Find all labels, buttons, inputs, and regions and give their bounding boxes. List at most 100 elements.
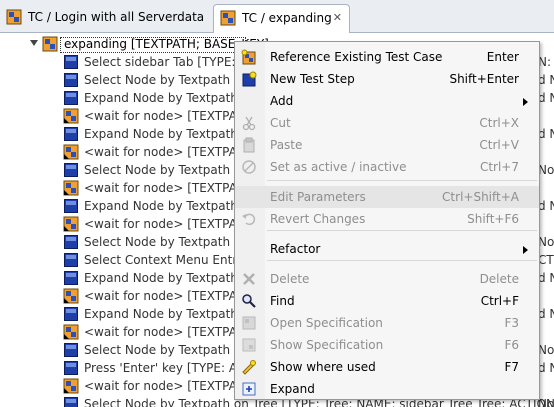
test-step-icon bbox=[64, 343, 78, 357]
menu-item-paste[interactable]: Paste Ctrl+V bbox=[235, 134, 539, 156]
tree-node-label-overflow: d N bbox=[538, 91, 554, 105]
test-case-icon bbox=[42, 36, 58, 52]
menu-item-expand[interactable]: Expand bbox=[235, 378, 539, 400]
paste-icon bbox=[243, 137, 255, 153]
tree-node-label-overflow: Noc bbox=[538, 397, 554, 407]
expand-icon bbox=[242, 382, 256, 396]
test-step-icon bbox=[64, 307, 78, 321]
menu-item-label: Add bbox=[270, 94, 294, 108]
menu-item-label: Paste bbox=[270, 138, 303, 152]
menu-item-delete[interactable]: Delete Delete bbox=[235, 268, 539, 290]
menu-item-label: New Test Step bbox=[270, 72, 355, 86]
show-specification-icon bbox=[242, 338, 256, 352]
cut-icon bbox=[242, 116, 256, 131]
menu-item-label: Show where used bbox=[270, 360, 376, 374]
test-case-icon bbox=[6, 9, 22, 25]
close-icon[interactable]: ✕ bbox=[333, 5, 342, 31]
test-step-icon bbox=[64, 361, 78, 375]
tab-label: TC / expanding bbox=[242, 11, 332, 25]
tree-node-label: <wait for node> [TEXTPATH bbox=[84, 379, 253, 393]
referenced-test-case-icon bbox=[63, 324, 79, 340]
menu-item-shortcut: F3 bbox=[504, 316, 519, 330]
tree-node-label-overflow: d N bbox=[538, 127, 554, 141]
tree-node-label-overflow: Noc bbox=[538, 163, 554, 177]
menu-item-new-test-step[interactable]: New Test Step Shift+Enter bbox=[235, 68, 539, 90]
menu-item-shortcut: Ctrl+7 bbox=[479, 160, 519, 174]
menu-item-cut[interactable]: Cut Ctrl+X bbox=[235, 112, 539, 134]
menu-item-label: Find bbox=[270, 294, 295, 308]
tree-node-label: <wait for node> [TEXTPATH bbox=[84, 181, 253, 195]
tree-node-label: Expand Node by Textpath on bbox=[84, 199, 257, 213]
menu-item-shortcut: F6 bbox=[504, 338, 519, 352]
tree-node-label: Press 'Enter' key [TYPE: Appli bbox=[84, 361, 259, 375]
menu-item-label: Edit Parameters bbox=[270, 190, 366, 204]
menu-item-label: Cut bbox=[270, 116, 291, 130]
menu-item-add[interactable]: Add bbox=[235, 90, 539, 112]
tree-node-label: <wait for node> [TEXTPATH bbox=[84, 109, 253, 123]
menu-item-revert-changes[interactable]: Revert Changes Shift+F6 bbox=[235, 208, 539, 230]
menu-item-label: Refactor bbox=[270, 242, 321, 256]
referenced-test-case-icon bbox=[63, 144, 79, 160]
tree-node-label: Expand Node by Textpath on bbox=[84, 91, 257, 105]
test-step-icon bbox=[64, 199, 78, 213]
test-step-icon bbox=[64, 55, 78, 69]
menu-item-show-where-used[interactable]: Show where used F7 bbox=[235, 356, 539, 378]
menu-separator bbox=[267, 180, 537, 181]
menu-item-edit-parameters[interactable]: Edit Parameters Ctrl+Shift+A bbox=[235, 186, 539, 208]
tree-node-label: Select Node by Textpath on bbox=[84, 343, 249, 357]
referenced-test-case-icon bbox=[63, 180, 79, 196]
new-test-step-icon bbox=[242, 71, 257, 87]
menu-item-shortcut: Enter bbox=[486, 50, 519, 64]
expand-twisty-icon[interactable] bbox=[30, 40, 38, 46]
menu-item-shortcut: Ctrl+V bbox=[479, 138, 519, 152]
context-menu: Reference Existing Test Case Enter New Tes… bbox=[234, 41, 540, 400]
menu-item-shortcut: Delete bbox=[479, 272, 519, 286]
revert-icon bbox=[242, 213, 256, 226]
tab-expanding[interactable]: TC / expanding ✕ bbox=[213, 4, 350, 33]
tab-login-with-all-serverdata[interactable]: TC / Login with all Serverdata bbox=[0, 4, 212, 30]
menu-item-shortcut: Ctrl+X bbox=[479, 116, 519, 130]
tree-node-label-overflow: Noc bbox=[538, 343, 554, 357]
menu-item-set-as-active-inactive[interactable]: Set as active / inactive Ctrl+7 bbox=[235, 156, 539, 178]
delete-icon bbox=[243, 273, 255, 285]
menu-item-label: Reference Existing Test Case bbox=[270, 50, 443, 64]
menu-separator bbox=[267, 230, 537, 231]
menu-item-label: Delete bbox=[270, 272, 310, 286]
tree-overflow-column: N:d Nd Nd NNocd NNocCTId Nd NNocd NNoc bbox=[538, 33, 554, 407]
tree-node-label-overflow: d N bbox=[538, 361, 554, 375]
tree-node-label: <wait for node> [TEXTPATH bbox=[84, 217, 253, 231]
reference-test-case-icon bbox=[241, 49, 256, 65]
menu-item-shortcut: Ctrl+F bbox=[480, 294, 519, 308]
open-specification-icon bbox=[242, 316, 256, 330]
menu-item-open-specification[interactable]: Open Specification F3 bbox=[235, 312, 539, 334]
tree-node-label-overflow: d N bbox=[538, 73, 554, 87]
referenced-test-case-icon bbox=[63, 378, 79, 394]
menu-item-refactor[interactable]: Refactor bbox=[235, 238, 539, 260]
menu-item-shortcut: Shift+F6 bbox=[467, 212, 519, 226]
tree-node-label: Expand Node by Textpath on bbox=[84, 127, 257, 141]
menu-item-reference-existing-test-case[interactable]: Reference Existing Test Case Enter bbox=[235, 46, 539, 68]
show-where-used-icon bbox=[242, 360, 256, 375]
menu-item-shortcut: Shift+Enter bbox=[449, 72, 519, 86]
tree-node-label: <wait for node> [TEXTPATH bbox=[84, 145, 253, 159]
submenu-arrow-icon bbox=[523, 98, 528, 106]
menu-item-label: Open Specification bbox=[270, 316, 383, 330]
tree-node-label-overflow: d N bbox=[538, 307, 554, 321]
menu-item-shortcut: F7 bbox=[504, 360, 519, 374]
referenced-test-case-icon bbox=[63, 216, 79, 232]
test-step-icon bbox=[64, 127, 78, 141]
test-step-icon bbox=[64, 91, 78, 105]
menu-item-find[interactable]: Find Ctrl+F bbox=[235, 290, 539, 312]
menu-separator bbox=[267, 260, 537, 261]
menu-item-label: Expand bbox=[270, 382, 315, 396]
test-case-icon bbox=[220, 10, 236, 26]
menu-item-show-specification[interactable]: Show Specification F6 bbox=[235, 334, 539, 356]
submenu-arrow-icon bbox=[523, 246, 528, 254]
tree-node-label: Expand Node by Textpath on bbox=[84, 307, 257, 321]
menu-item-label: Set as active / inactive bbox=[270, 160, 407, 174]
referenced-test-case-icon bbox=[63, 288, 79, 304]
test-step-icon bbox=[64, 397, 78, 407]
tab-label: TC / Login with all Serverdata bbox=[28, 10, 205, 24]
menu-item-label: Revert Changes bbox=[270, 212, 366, 226]
referenced-test-case-icon bbox=[63, 108, 79, 124]
